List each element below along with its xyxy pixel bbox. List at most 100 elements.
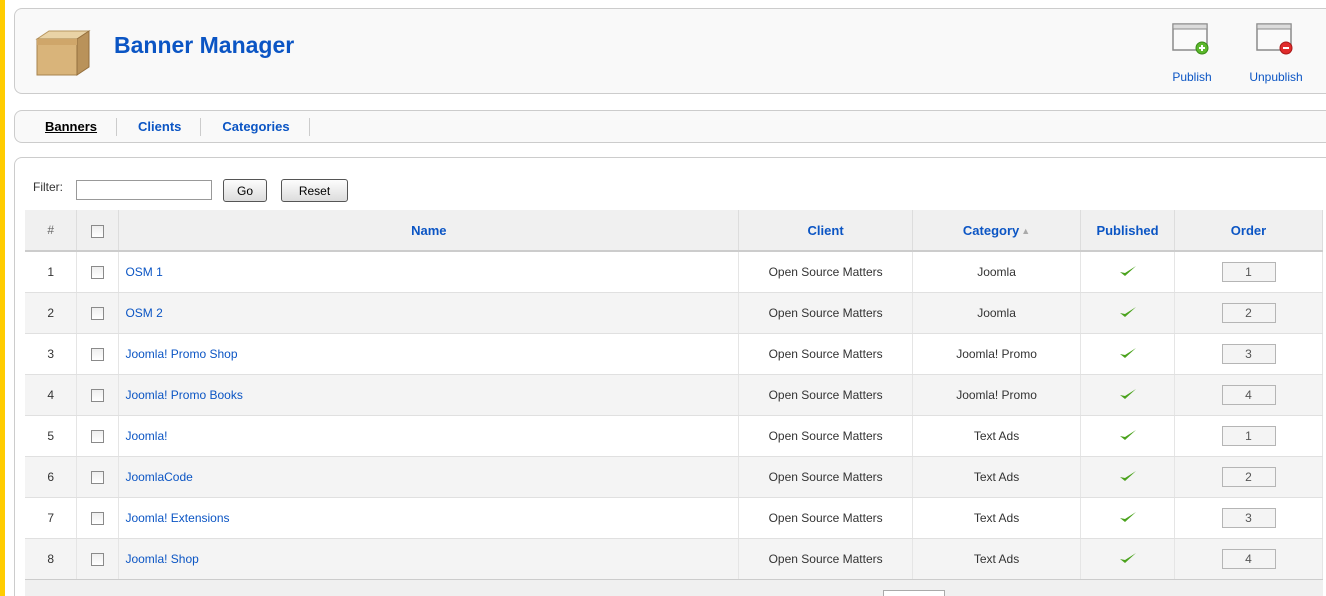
page-title: Banner Manager xyxy=(114,32,295,58)
published-check-icon[interactable] xyxy=(1119,388,1137,404)
published-cell xyxy=(1080,333,1175,375)
published-cell xyxy=(1080,251,1175,293)
column-header-name[interactable]: Name xyxy=(118,210,740,252)
publish-label: Publish xyxy=(1172,70,1212,84)
category-cell: Joomla! Promo xyxy=(912,333,1082,375)
unpublish-button[interactable]: Unpublish xyxy=(1241,18,1311,88)
submenu-item-clients[interactable]: Clients xyxy=(138,118,202,136)
category-cell: Text Ads xyxy=(912,538,1082,580)
banner-name-link[interactable]: Joomla! Promo Shop xyxy=(118,333,740,375)
row-checkbox-cell xyxy=(76,456,120,498)
submenu-item-banners[interactable]: Banners xyxy=(45,118,118,136)
category-cell: Joomla! Promo xyxy=(912,374,1082,416)
column-header-num: # xyxy=(25,210,78,252)
order-input[interactable]: 1 xyxy=(1221,426,1276,446)
row-checkbox[interactable] xyxy=(91,512,105,526)
order-cell: 4 xyxy=(1174,374,1323,416)
column-header-order[interactable]: Order xyxy=(1174,210,1323,252)
column-header-client[interactable]: Client xyxy=(738,210,914,252)
filter-input[interactable] xyxy=(76,180,212,200)
published-cell xyxy=(1080,292,1175,334)
row-checkbox[interactable] xyxy=(91,430,105,444)
row-checkbox[interactable] xyxy=(91,348,105,362)
order-cell: 2 xyxy=(1174,456,1323,498)
row-number: 5 xyxy=(25,415,78,457)
banner-name-link[interactable]: Joomla! Extensions xyxy=(118,497,740,539)
row-number: 3 xyxy=(25,333,78,375)
table-row: 7 Joomla! Extensions Open Source Matters Te… xyxy=(25,497,1323,539)
banner-name-link[interactable]: Joomla! Shop xyxy=(118,538,740,580)
table-row: 4 Joomla! Promo Books Open Source Matters J… xyxy=(25,374,1323,416)
row-number: 4 xyxy=(25,374,78,416)
order-input[interactable]: 4 xyxy=(1221,385,1276,405)
column-header-published[interactable]: Published xyxy=(1080,210,1175,252)
row-checkbox-cell xyxy=(76,333,120,375)
order-cell: 1 xyxy=(1174,251,1323,293)
published-check-icon[interactable] xyxy=(1119,347,1137,363)
column-header-category-label: Category xyxy=(962,222,1020,238)
order-cell: 4 xyxy=(1174,538,1323,580)
select-all-checkbox[interactable] xyxy=(91,224,105,238)
row-number: 1 xyxy=(25,251,78,293)
publish-icon xyxy=(1172,23,1209,55)
sort-asc-icon: ▲ xyxy=(1021,225,1031,236)
published-check-icon[interactable] xyxy=(1119,265,1137,281)
row-checkbox[interactable] xyxy=(91,266,105,280)
order-input[interactable]: 3 xyxy=(1221,344,1276,364)
client-cell: Open Source Matters xyxy=(738,538,914,580)
order-input[interactable]: 4 xyxy=(1221,549,1276,569)
row-number: 8 xyxy=(25,538,78,580)
row-checkbox[interactable] xyxy=(91,553,105,567)
category-cell: Text Ads xyxy=(912,415,1082,457)
row-checkbox-cell xyxy=(76,415,120,457)
row-checkbox-cell xyxy=(76,251,120,293)
admin-page: Banner Manager Publish Unpublish Banners… xyxy=(5,0,1326,596)
client-cell: Open Source Matters xyxy=(738,251,914,293)
banner-name-link[interactable]: JoomlaCode xyxy=(118,456,740,498)
banner-box-icon xyxy=(35,30,91,76)
client-cell: Open Source Matters xyxy=(738,374,914,416)
published-check-icon[interactable] xyxy=(1119,552,1137,568)
banner-name-link[interactable]: OSM 1 xyxy=(118,251,740,293)
order-input[interactable]: 1 xyxy=(1221,262,1276,282)
row-number: 6 xyxy=(25,456,78,498)
row-number: 2 xyxy=(25,292,78,334)
main-content: Filter: Go Reset # Name Client Category … xyxy=(14,157,1326,596)
banner-name-link[interactable]: OSM 2 xyxy=(118,292,740,334)
order-cell: 3 xyxy=(1174,497,1323,539)
row-checkbox[interactable] xyxy=(91,307,105,321)
table-row: 2 OSM 2 Open Source Matters Joomla 2 xyxy=(25,292,1323,334)
published-check-icon[interactable] xyxy=(1119,306,1137,322)
row-checkbox-cell xyxy=(76,292,120,334)
order-input[interactable]: 3 xyxy=(1221,508,1276,528)
category-cell: Text Ads xyxy=(912,497,1082,539)
publish-button[interactable]: Publish xyxy=(1157,18,1227,88)
table-row: 6 JoomlaCode Open Source Matters Text Ads 2 xyxy=(25,456,1323,498)
row-checkbox[interactable] xyxy=(91,389,105,403)
submenu-item-categories[interactable]: Categories xyxy=(222,118,310,136)
row-checkbox-cell xyxy=(76,374,120,416)
order-input[interactable]: 2 xyxy=(1221,303,1276,323)
published-check-icon[interactable] xyxy=(1119,470,1137,486)
published-cell xyxy=(1080,456,1175,498)
table-header-row: # Name Client Category ▲ Published Order xyxy=(25,210,1323,252)
banner-table: # Name Client Category ▲ Published Order … xyxy=(25,210,1323,580)
toolbar-box: Banner Manager Publish Unpublish xyxy=(14,8,1326,94)
published-check-icon[interactable] xyxy=(1119,511,1137,527)
row-checkbox[interactable] xyxy=(91,471,105,485)
row-checkbox-cell xyxy=(76,538,120,580)
order-input[interactable]: 2 xyxy=(1221,467,1276,487)
column-header-category[interactable]: Category ▲ xyxy=(912,210,1082,252)
reset-button[interactable]: Reset xyxy=(281,179,348,202)
banner-name-link[interactable]: Joomla! Promo Books xyxy=(118,374,740,416)
published-cell xyxy=(1080,497,1175,539)
client-cell: Open Source Matters xyxy=(738,292,914,334)
list-limit-select[interactable] xyxy=(883,590,945,596)
row-number: 7 xyxy=(25,497,78,539)
published-cell xyxy=(1080,415,1175,457)
go-button[interactable]: Go xyxy=(223,179,267,202)
published-check-icon[interactable] xyxy=(1119,429,1137,445)
table-row: 5 Joomla! Open Source Matters Text Ads 1 xyxy=(25,415,1323,457)
banner-name-link[interactable]: Joomla! xyxy=(118,415,740,457)
category-cell: Joomla xyxy=(912,251,1082,293)
